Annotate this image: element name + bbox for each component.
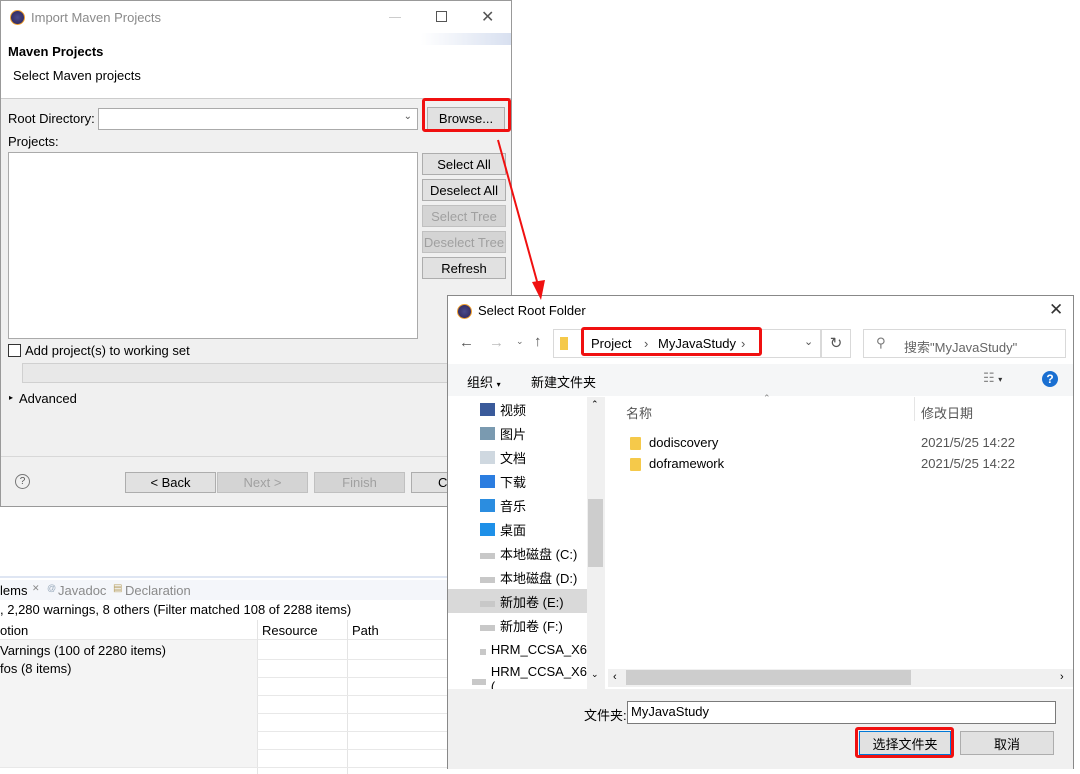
annotation-arrow bbox=[497, 139, 545, 300]
